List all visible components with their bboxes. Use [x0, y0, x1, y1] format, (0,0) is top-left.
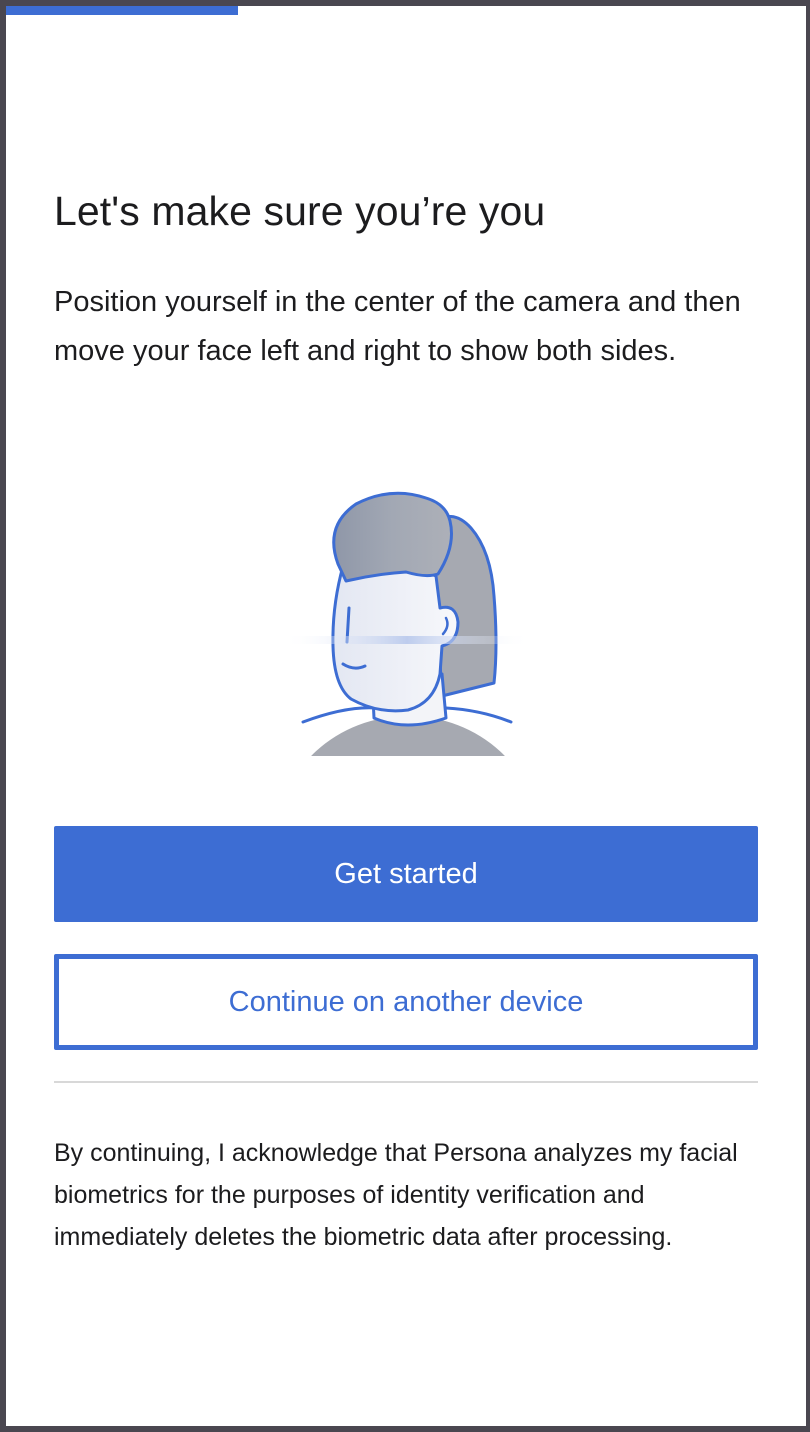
page-title: Let's make sure you’re you [54, 188, 546, 234]
divider [54, 1081, 758, 1083]
biometric-disclaimer: By continuing, I acknowledge that Person… [54, 1139, 738, 1251]
get-started-button[interactable]: Get started [54, 826, 758, 922]
verification-card: Let's make sure you’re you Position your… [6, 6, 806, 1426]
face-scan-icon [276, 486, 536, 776]
progress-bar [6, 6, 806, 15]
continue-on-another-device-button[interactable]: Continue on another device [54, 954, 758, 1050]
progress-bar-fill [6, 6, 238, 15]
instructions-text: Position yourself in the center of the c… [54, 286, 741, 367]
